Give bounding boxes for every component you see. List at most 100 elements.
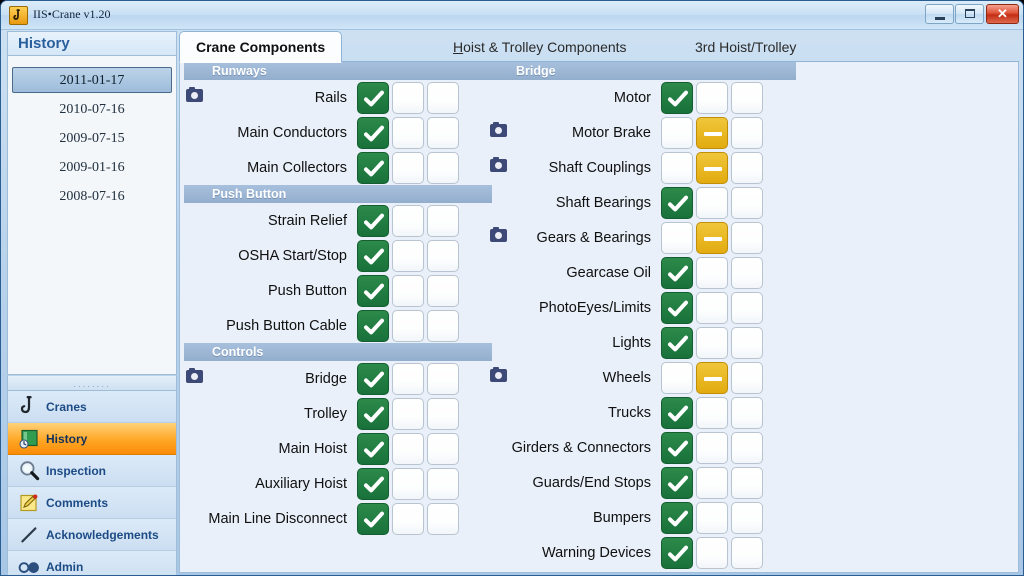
state-box-warn[interactable]	[392, 362, 424, 395]
history-item[interactable]: 2011-01-17	[12, 67, 172, 93]
state-box-warn[interactable]	[696, 536, 728, 569]
state-box-ok[interactable]	[661, 396, 693, 429]
sidebar-splitter[interactable]: ········	[7, 375, 177, 391]
state-box-none[interactable]	[731, 256, 763, 289]
state-box-warn[interactable]	[696, 361, 728, 394]
state-box-none[interactable]	[731, 396, 763, 429]
close-button[interactable]: ✕	[986, 4, 1019, 24]
state-box-warn[interactable]	[392, 151, 424, 184]
state-box-ok[interactable]	[357, 274, 389, 307]
camera-icon[interactable]	[490, 227, 507, 242]
sidebar-item-history[interactable]: History	[8, 423, 176, 455]
state-box-ok[interactable]	[661, 186, 693, 219]
state-box-none[interactable]	[427, 309, 459, 342]
state-box-none[interactable]	[731, 81, 763, 114]
state-box-ok[interactable]	[357, 151, 389, 184]
state-box-ok[interactable]	[357, 116, 389, 149]
state-box-none[interactable]	[731, 466, 763, 499]
maximize-button[interactable]	[955, 4, 984, 24]
minimize-button[interactable]	[925, 4, 954, 24]
history-item[interactable]: 2010-07-16	[12, 96, 172, 122]
tab-3rd-hoist-trolley[interactable]: 3rd Hoist/Trolley	[679, 33, 812, 63]
state-box-warn[interactable]	[696, 186, 728, 219]
state-box-none[interactable]	[731, 536, 763, 569]
state-box-none[interactable]	[427, 362, 459, 395]
state-box-none[interactable]	[427, 467, 459, 500]
camera-icon[interactable]	[186, 368, 203, 383]
state-box-ok[interactable]	[661, 291, 693, 324]
camera-icon[interactable]	[186, 87, 203, 102]
state-box-warn[interactable]	[696, 326, 728, 359]
sidebar-item-cranes[interactable]: Cranes	[8, 391, 176, 423]
state-box-warn[interactable]	[392, 309, 424, 342]
state-box-none[interactable]	[427, 274, 459, 307]
state-box-warn[interactable]	[696, 501, 728, 534]
state-box-ok[interactable]	[357, 309, 389, 342]
state-box-ok[interactable]	[661, 81, 693, 114]
state-box-ok[interactable]	[661, 256, 693, 289]
state-box-none[interactable]	[731, 221, 763, 254]
state-box-none[interactable]	[731, 431, 763, 464]
sidebar-item-comments[interactable]: Comments	[8, 487, 176, 519]
state-box-ok[interactable]	[357, 502, 389, 535]
state-box-ok[interactable]	[357, 432, 389, 465]
state-box-ok[interactable]	[661, 151, 693, 184]
state-box-warn[interactable]	[392, 467, 424, 500]
state-box-ok[interactable]	[661, 501, 693, 534]
tab-hoist-trolley-components[interactable]: Hoist & Trolley Components	[437, 33, 643, 63]
state-box-none[interactable]	[731, 186, 763, 219]
state-box-warn[interactable]	[696, 396, 728, 429]
state-box-ok[interactable]	[357, 81, 389, 114]
state-box-warn[interactable]	[392, 397, 424, 430]
state-box-none[interactable]	[731, 291, 763, 324]
state-box-none[interactable]	[427, 116, 459, 149]
state-box-warn[interactable]	[392, 432, 424, 465]
state-box-warn[interactable]	[696, 116, 728, 149]
state-box-none[interactable]	[427, 432, 459, 465]
state-box-ok[interactable]	[661, 536, 693, 569]
state-box-warn[interactable]	[696, 151, 728, 184]
state-box-none[interactable]	[427, 151, 459, 184]
state-box-ok[interactable]	[661, 466, 693, 499]
state-box-warn[interactable]	[392, 81, 424, 114]
state-box-ok[interactable]	[661, 116, 693, 149]
state-box-ok[interactable]	[661, 361, 693, 394]
history-list[interactable]: 2011-01-17 2010-07-16 2009-07-15 2009-01-16…	[7, 55, 177, 375]
state-box-ok[interactable]	[661, 431, 693, 464]
state-box-none[interactable]	[731, 501, 763, 534]
state-box-warn[interactable]	[392, 204, 424, 237]
state-box-none[interactable]	[427, 502, 459, 535]
camera-icon[interactable]	[490, 367, 507, 382]
sidebar-item-admin[interactable]: Admin	[8, 551, 176, 575]
state-box-warn[interactable]	[392, 116, 424, 149]
state-box-ok[interactable]	[357, 362, 389, 395]
history-item[interactable]: 2009-01-16	[12, 154, 172, 180]
state-box-none[interactable]	[731, 361, 763, 394]
state-box-none[interactable]	[427, 397, 459, 430]
state-box-none[interactable]	[731, 326, 763, 359]
state-box-ok[interactable]	[357, 467, 389, 500]
state-box-none[interactable]	[427, 81, 459, 114]
sidebar-item-inspection[interactable]: Inspection	[8, 455, 176, 487]
state-box-none[interactable]	[427, 239, 459, 272]
state-box-warn[interactable]	[696, 431, 728, 464]
state-box-warn[interactable]	[696, 81, 728, 114]
state-box-none[interactable]	[731, 116, 763, 149]
state-box-warn[interactable]	[696, 466, 728, 499]
state-box-none[interactable]	[731, 151, 763, 184]
state-box-warn[interactable]	[392, 239, 424, 272]
state-box-ok[interactable]	[357, 239, 389, 272]
camera-icon[interactable]	[490, 122, 507, 137]
state-box-warn[interactable]	[696, 291, 728, 324]
history-item[interactable]: 2008-07-16	[12, 183, 172, 209]
tab-crane-components[interactable]: Crane Components	[179, 31, 343, 63]
state-box-none[interactable]	[427, 204, 459, 237]
state-box-ok[interactable]	[357, 397, 389, 430]
history-item[interactable]: 2009-07-15	[12, 125, 172, 151]
state-box-ok[interactable]	[357, 204, 389, 237]
state-box-warn[interactable]	[696, 256, 728, 289]
camera-icon[interactable]	[490, 157, 507, 172]
sidebar-item-acknowledgements[interactable]: Acknowledgements	[8, 519, 176, 551]
state-box-warn[interactable]	[392, 502, 424, 535]
state-box-warn[interactable]	[392, 274, 424, 307]
